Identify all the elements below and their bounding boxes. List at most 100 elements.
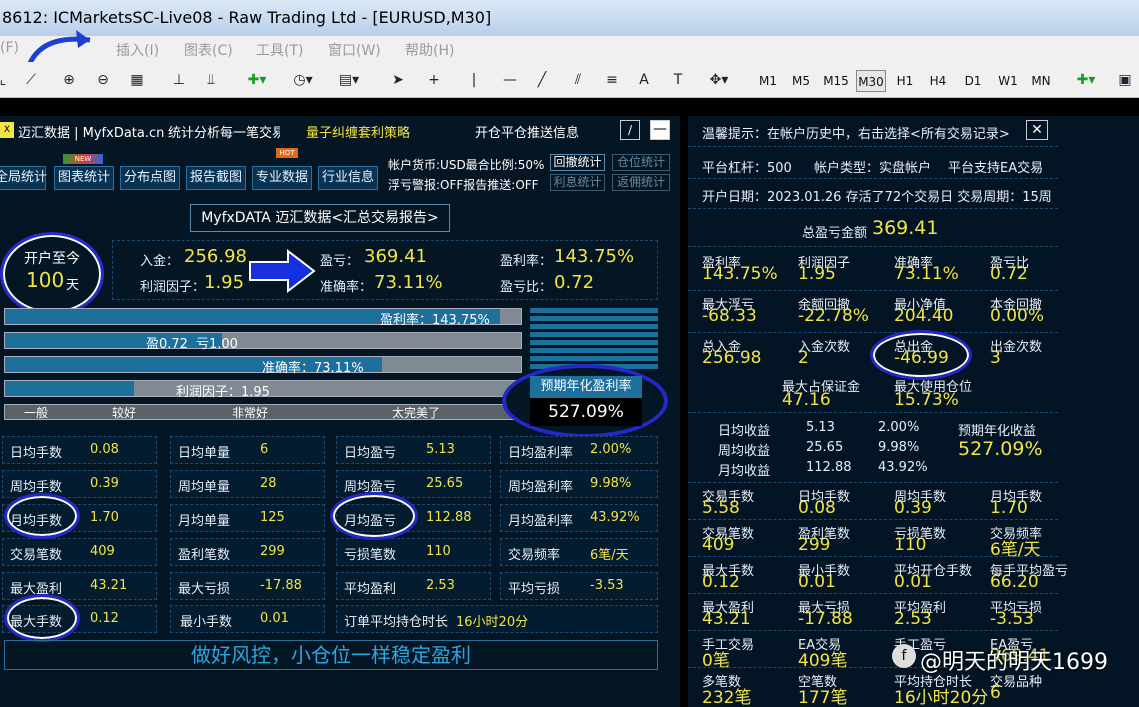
stat-label: 平均盈利 bbox=[344, 582, 397, 597]
edit-icon[interactable]: ∕ bbox=[620, 120, 640, 140]
minimize-icon[interactable]: — bbox=[650, 120, 670, 140]
stat-value: 43.21 bbox=[90, 578, 128, 593]
max-margin-value: 47.16 bbox=[782, 390, 831, 410]
timeframe-m1[interactable]: M1 bbox=[755, 70, 781, 92]
fibonacci-icon[interactable]: ≡ bbox=[600, 68, 624, 92]
tab-report-screenshot[interactable]: 报告截图 bbox=[186, 166, 246, 190]
interest-stats-button[interactable]: 利息统计 bbox=[550, 174, 605, 191]
stat-label: 日均单量 bbox=[178, 446, 231, 461]
annual-label: 预期年化盈利率 bbox=[530, 376, 642, 398]
scale-fair: 一般 bbox=[24, 406, 49, 420]
cursor-icon[interactable]: ➤ bbox=[388, 68, 408, 92]
tab-pro-data[interactable]: 专业数据 bbox=[252, 166, 312, 190]
timeframe-h1[interactable]: H1 bbox=[892, 70, 918, 92]
profiles-icon[interactable]: ▣ bbox=[1114, 68, 1136, 92]
text-icon[interactable]: A bbox=[636, 68, 652, 92]
strategy-name[interactable]: 量子纠缠套利策略 bbox=[306, 122, 410, 141]
recall-stats-button[interactable]: 回撤统计 bbox=[550, 154, 605, 171]
autoscroll-icon[interactable]: ⫫ bbox=[198, 68, 224, 92]
indicator-add-icon[interactable]: ✚▾ bbox=[240, 68, 274, 92]
timeframe-h4[interactable]: H4 bbox=[925, 70, 951, 92]
stat-value: 256.98 bbox=[702, 348, 762, 368]
chart-line-icon[interactable]: ⌞ bbox=[0, 68, 10, 92]
menu-insert[interactable]: 插入(I) bbox=[116, 40, 159, 60]
income-label: 周均收益 bbox=[718, 444, 771, 459]
stat-label: 亏损笔数 bbox=[344, 548, 397, 563]
push-info[interactable]: 开仓平仓推送信息 bbox=[475, 122, 579, 141]
stat-value: 3 bbox=[990, 348, 1001, 368]
highlight-circle bbox=[870, 330, 972, 380]
tab-global-stats[interactable]: 全局统计 bbox=[0, 166, 47, 190]
stat-value: 6笔/天 bbox=[590, 548, 629, 563]
position-stats-button[interactable]: 仓位统计 bbox=[612, 154, 670, 171]
trend-line-icon[interactable]: ╱ bbox=[532, 68, 552, 92]
tip-text: 温馨提示：在帐户历史中，右击选择<所有交易记录> bbox=[702, 127, 1010, 142]
stat-label: 周均手数 bbox=[10, 480, 63, 495]
timeframe-mn[interactable]: MN bbox=[1028, 70, 1054, 92]
right-stats-panel: 温馨提示：在帐户历史中，右击选择<所有交易记录> ✕ 平台杠杆：500 帐户类型… bbox=[688, 116, 1139, 707]
stat-label: 周均盈利率 bbox=[508, 480, 574, 495]
vertical-line-icon[interactable]: | bbox=[466, 68, 482, 92]
trendline-icon[interactable]: ⟋ bbox=[18, 68, 44, 92]
zoom-out-icon[interactable]: ⊖ bbox=[90, 68, 116, 92]
total-pnl-label: 总盈亏金额 bbox=[802, 226, 868, 241]
tab-distribution[interactable]: 分布点图 bbox=[120, 166, 180, 190]
timeframe-d1[interactable]: D1 bbox=[960, 70, 986, 92]
deposit-value: 256.98 bbox=[184, 246, 247, 267]
new-chart-icon[interactable]: ✚▾ bbox=[1070, 68, 1102, 92]
stat-value: 232笔 bbox=[702, 688, 752, 707]
accuracy-label: 准确率： bbox=[320, 280, 373, 295]
horizontal-line-icon[interactable]: — bbox=[500, 68, 520, 92]
menu-charts[interactable]: 图表(C) bbox=[184, 40, 233, 60]
menu-help[interactable]: 帮助(H) bbox=[405, 40, 454, 60]
timeframe-w1[interactable]: W1 bbox=[995, 70, 1021, 92]
stat-value: 0.01 bbox=[894, 572, 932, 592]
deposit-label: 入金： bbox=[140, 254, 180, 269]
period-clock-icon[interactable]: ◷▾ bbox=[286, 68, 320, 92]
new-badge: NEW bbox=[63, 154, 103, 164]
tile-windows-icon[interactable]: ▦ bbox=[124, 68, 150, 92]
stat-value: 125 bbox=[260, 510, 285, 525]
divider bbox=[688, 556, 1058, 557]
stat-label: 平均亏损 bbox=[508, 582, 561, 597]
chart-shift-icon[interactable]: ⊥ bbox=[166, 68, 192, 92]
stat-label: 月均单量 bbox=[178, 514, 231, 529]
window-title: 8612: ICMarketsSC-Live08 - Raw Trading L… bbox=[0, 0, 1139, 36]
income-value: 112.88 bbox=[806, 460, 852, 475]
stat-value: -17.88 bbox=[798, 609, 853, 629]
arrows-icon[interactable]: ✥▾ bbox=[702, 68, 736, 92]
close-icon[interactable]: ✕ bbox=[1026, 120, 1048, 140]
channel-icon[interactable]: ⫽ bbox=[566, 68, 590, 92]
menu-window[interactable]: 窗口(W) bbox=[328, 40, 381, 60]
timeframe-m5[interactable]: M5 bbox=[788, 70, 814, 92]
stat-value: 0.39 bbox=[894, 498, 932, 518]
accuracy-value: 73.11% bbox=[374, 272, 443, 293]
text-label-icon[interactable]: T bbox=[668, 68, 688, 92]
roi-bar-label: 盈利率：143.75% bbox=[380, 313, 490, 328]
stat-label: 最大亏损 bbox=[178, 582, 231, 597]
stat-label: 盈利笔数 bbox=[178, 548, 231, 563]
crosshair-icon[interactable]: + bbox=[424, 68, 444, 92]
tab-industry-info[interactable]: 行业信息 bbox=[318, 166, 378, 190]
template-icon[interactable]: ▤▾ bbox=[332, 68, 366, 92]
menu-tools[interactable]: 工具(T) bbox=[256, 40, 303, 60]
income-label: 月均收益 bbox=[718, 464, 771, 479]
brand-name: 迈汇数据 | MyfxData.cn bbox=[18, 126, 165, 141]
zoom-in-icon[interactable]: ⊕ bbox=[56, 68, 82, 92]
highlight-circle bbox=[4, 594, 80, 642]
timeframe-m30[interactable]: M30 bbox=[856, 70, 886, 92]
rebate-stats-button[interactable]: 返佣统计 bbox=[612, 174, 670, 191]
stat-value: 43.21 bbox=[702, 609, 751, 629]
stat-label: 交易笔数 bbox=[10, 548, 63, 563]
max-position-value: 15.73% bbox=[894, 390, 959, 410]
stat-value: 6 bbox=[260, 442, 269, 457]
menu-file[interactable]: (F) bbox=[0, 40, 19, 56]
brand-logo: X bbox=[0, 122, 14, 138]
timeframe-m15[interactable]: M15 bbox=[821, 70, 851, 92]
ratio-bar-loss-label: 亏1.00 bbox=[196, 337, 238, 352]
stat-value: 5.58 bbox=[702, 498, 740, 518]
highlight-circle bbox=[0, 232, 104, 316]
pnl-label: 盈亏： bbox=[320, 254, 360, 269]
income-percent: 9.98% bbox=[878, 440, 920, 455]
tab-chart-stats[interactable]: 图表统计 bbox=[54, 166, 114, 190]
